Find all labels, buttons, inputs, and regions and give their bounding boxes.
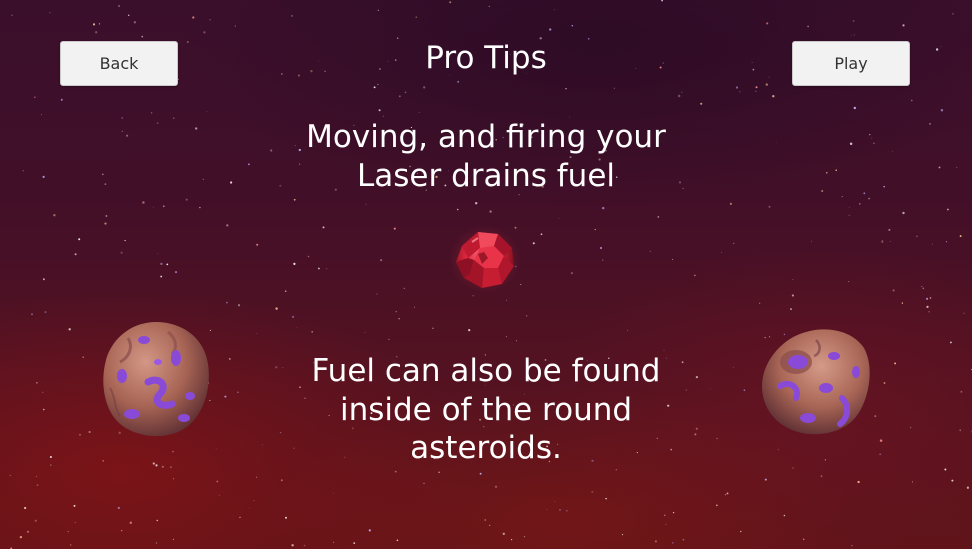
play-button[interactable]: Play (792, 41, 910, 86)
tip-text-fuel-drain: Moving, and firing your Laser drains fue… (286, 118, 686, 195)
round-asteroid-icon-right (762, 329, 870, 435)
tip-line: Laser drains fuel (356, 157, 616, 194)
round-asteroid-icon-left (103, 322, 209, 437)
tip-line: inside of the round (339, 391, 633, 428)
tip-line: Moving, and firing your (306, 119, 666, 155)
tip-text-fuel-asteroids: Fuel can also be found inside of the rou… (286, 352, 686, 468)
red-crystal-fuel-icon (449, 225, 521, 293)
pro-tips-screen: Back Pro Tips Play Moving, and firing yo… (0, 0, 972, 549)
tip-line: Fuel can also be found (311, 353, 661, 389)
tip-line: asteroids. (410, 430, 562, 466)
page-title: Pro Tips (425, 40, 547, 76)
back-button[interactable]: Back (60, 41, 178, 86)
